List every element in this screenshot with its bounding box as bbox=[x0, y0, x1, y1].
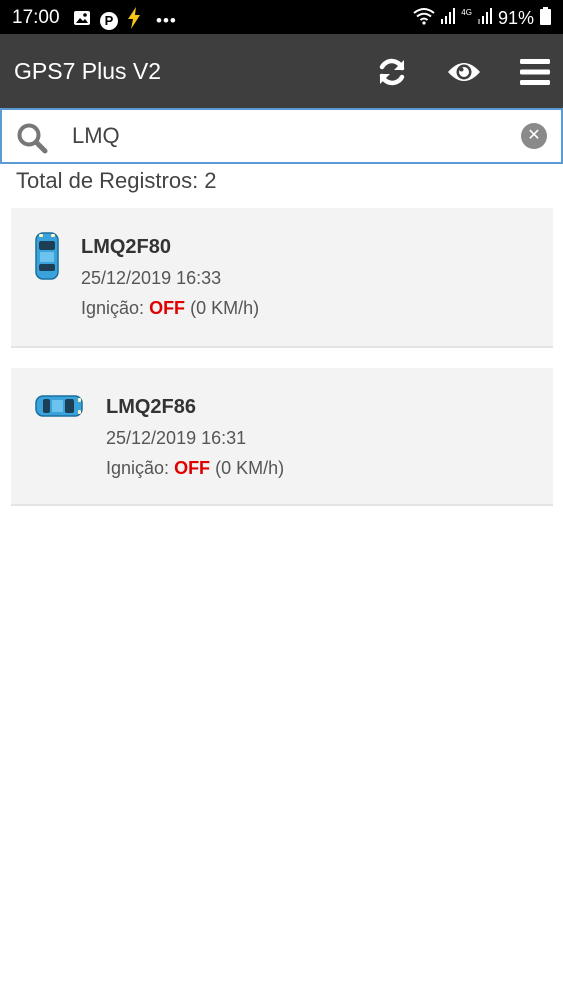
ignition-label: Ignição: bbox=[81, 298, 145, 318]
signal-icon-2 bbox=[477, 8, 492, 29]
vehicle-datetime: 25/12/2019 16:31 bbox=[106, 428, 247, 448]
status-time: 17:00 bbox=[12, 7, 60, 28]
car-top-vertical-icon bbox=[35, 232, 59, 285]
refresh-button[interactable] bbox=[370, 50, 414, 94]
search-box: ✕ bbox=[0, 108, 563, 164]
search-input[interactable] bbox=[72, 119, 492, 153]
vehicle-speed: (0 KM/h) bbox=[190, 298, 260, 318]
ignition-label: Ignição: bbox=[106, 458, 170, 478]
menu-button[interactable] bbox=[513, 50, 557, 94]
ignition-state: OFF bbox=[174, 458, 211, 478]
image-icon bbox=[73, 10, 91, 31]
vehicle-plate: LMQ2F86 bbox=[106, 396, 197, 418]
wifi-icon bbox=[413, 7, 435, 30]
signal-icon bbox=[441, 8, 456, 29]
ignition-state: OFF bbox=[149, 298, 186, 318]
menu-icon bbox=[520, 59, 550, 85]
refresh-icon bbox=[379, 58, 405, 86]
vehicle-speed: (0 KM/h) bbox=[215, 458, 285, 478]
lightning-icon bbox=[127, 7, 141, 34]
vehicle-card[interactable]: LMQ2F86 25/12/2019 16:31 Ignição: OFF (0… bbox=[11, 368, 553, 506]
app-title: GPS7 Plus V2 bbox=[14, 58, 162, 84]
app-header: GPS7 Plus V2 bbox=[0, 34, 563, 108]
battery-percent: 91% bbox=[497, 8, 534, 28]
visibility-button[interactable] bbox=[442, 50, 486, 94]
vehicle-card[interactable]: LMQ2F80 25/12/2019 16:33 Ignição: OFF (0… bbox=[11, 208, 553, 348]
car-top-horizontal-icon bbox=[35, 395, 83, 422]
notification-icons: P ••• bbox=[73, 7, 177, 34]
more-notifications-icon: ••• bbox=[156, 10, 177, 30]
battery-icon bbox=[540, 7, 551, 30]
ignition-status: Ignição: OFF (0 KM/h) bbox=[81, 298, 259, 319]
ignition-status: Ignição: OFF (0 KM/h) bbox=[106, 458, 284, 479]
vehicle-plate: LMQ2F80 bbox=[81, 236, 172, 258]
network-type-label: 4G bbox=[461, 8, 472, 17]
clear-search-icon[interactable]: ✕ bbox=[521, 123, 547, 149]
search-icon bbox=[16, 122, 48, 159]
total-records: Total de Registros: 2 bbox=[16, 168, 217, 193]
status-bar: 17:00 P ••• 4G 91% bbox=[0, 0, 563, 34]
vehicle-datetime: 25/12/2019 16:33 bbox=[81, 268, 222, 288]
eye-icon bbox=[448, 63, 480, 81]
system-icons: 4G 91% bbox=[413, 7, 551, 30]
pinterest-icon: P bbox=[100, 11, 118, 30]
